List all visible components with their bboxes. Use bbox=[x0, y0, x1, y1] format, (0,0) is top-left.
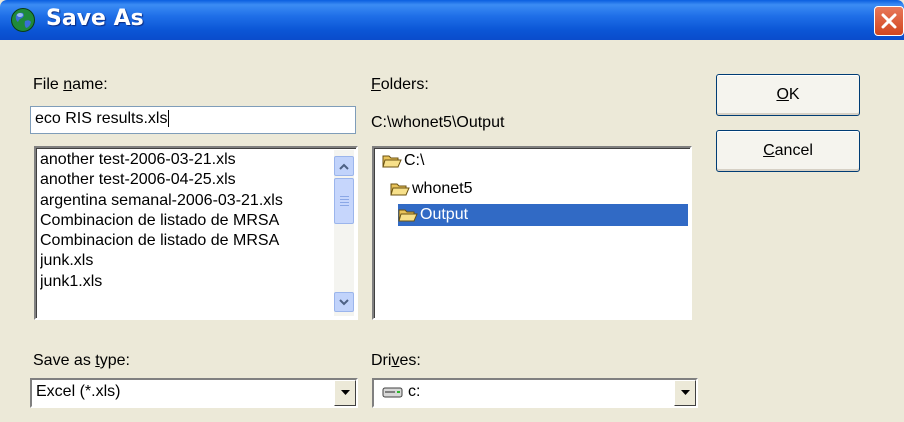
open-folder-icon bbox=[382, 155, 402, 168]
scroll-thumb[interactable] bbox=[334, 178, 354, 224]
chevron-down-icon bbox=[339, 299, 349, 306]
file-name-input[interactable]: eco RIS results.xls bbox=[30, 106, 356, 134]
open-folder-icon bbox=[398, 209, 418, 222]
folder-item-output[interactable]: Output bbox=[398, 204, 688, 226]
save-as-type-select[interactable]: Excel (*.xls) bbox=[30, 378, 358, 408]
drives-select[interactable]: c: bbox=[372, 378, 698, 408]
folder-item-whonet5[interactable]: whonet5 bbox=[390, 178, 473, 200]
list-item[interactable]: junk.xls bbox=[40, 251, 326, 271]
drive-icon bbox=[382, 387, 403, 398]
list-item[interactable]: junk1.xls bbox=[40, 272, 326, 292]
close-button[interactable] bbox=[874, 6, 904, 36]
list-item[interactable]: argentina semanal-2006-03-21.xls bbox=[40, 191, 326, 211]
file-list-scrollbar[interactable] bbox=[334, 150, 354, 316]
title-bar[interactable]: Save As bbox=[0, 0, 904, 40]
close-icon bbox=[881, 13, 897, 29]
save-as-dialog: Save As File name: eco RIS results.xls a… bbox=[0, 0, 904, 422]
window-title: Save As bbox=[46, 6, 144, 31]
dropdown-button[interactable] bbox=[334, 380, 356, 406]
open-folder-icon bbox=[390, 183, 410, 196]
current-path: C:\whonet5\Output bbox=[371, 114, 505, 131]
list-item[interactable]: another test-2006-04-25.xls bbox=[40, 170, 326, 190]
folders-label: Folders: bbox=[371, 76, 429, 93]
list-item[interactable]: Combinacion de listado de MRSA bbox=[40, 231, 326, 251]
file-list[interactable]: another test-2006-03-21.xls another test… bbox=[34, 146, 358, 320]
list-item[interactable]: Combinacion de listado de MRSA bbox=[40, 211, 326, 231]
file-items: another test-2006-03-21.xls another test… bbox=[40, 150, 326, 292]
dropdown-button[interactable] bbox=[674, 380, 696, 406]
file-name-label: File name: bbox=[33, 76, 108, 93]
chevron-down-icon bbox=[341, 390, 350, 395]
cancel-button[interactable]: Cancel bbox=[716, 130, 860, 172]
globe-icon bbox=[11, 8, 35, 32]
ok-button[interactable]: OK bbox=[716, 74, 860, 116]
scroll-up-button[interactable] bbox=[334, 156, 354, 176]
folder-item-root[interactable]: C:\ bbox=[382, 150, 424, 172]
folder-label: Output bbox=[420, 206, 469, 223]
scroll-down-button[interactable] bbox=[334, 292, 354, 312]
folder-label: C:\ bbox=[404, 152, 425, 169]
list-item[interactable]: another test-2006-03-21.xls bbox=[40, 150, 326, 170]
folder-label: whonet5 bbox=[412, 180, 473, 197]
drives-value: c: bbox=[408, 383, 421, 400]
save-as-type-label: Save as type: bbox=[33, 352, 130, 369]
folder-tree[interactable]: C:\ whonet5 Output bbox=[372, 146, 692, 320]
save-as-type-value: Excel (*.xls) bbox=[36, 383, 121, 400]
drives-label: Drives: bbox=[371, 352, 421, 369]
chevron-up-icon bbox=[339, 163, 349, 170]
chevron-down-icon bbox=[681, 390, 690, 395]
